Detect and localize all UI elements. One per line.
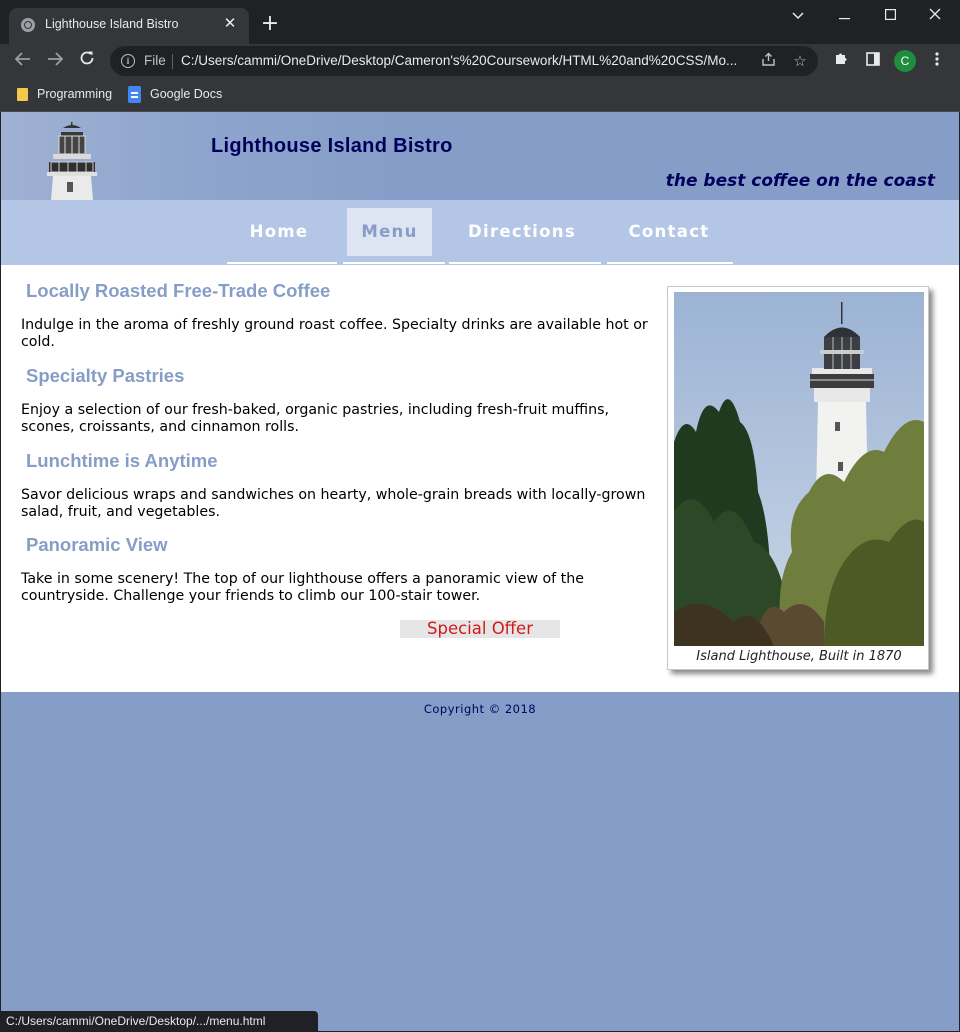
url-text[interactable]: C:/Users/cammi/OneDrive/Desktop/Cameron'… bbox=[181, 53, 751, 68]
minimize-icon[interactable] bbox=[829, 6, 859, 26]
browser-tab[interactable]: Lighthouse Island Bistro ✕ bbox=[9, 8, 249, 44]
lighthouse-photo bbox=[674, 292, 924, 646]
nav-divider bbox=[607, 262, 733, 264]
site-title: Lighthouse Island Bistro bbox=[211, 135, 453, 157]
copyright-footer: Copyright © 2018 bbox=[423, 702, 537, 716]
section-heading: Lunchtime is Anytime bbox=[26, 450, 218, 471]
bookmark-star-icon[interactable]: ☆ bbox=[791, 52, 809, 70]
site-nav: Home Menu Directions Contact bbox=[1, 200, 959, 265]
section-body: Take in some scenery! The top of our lig… bbox=[21, 571, 584, 604]
lighthouse-figure: Island Lighthouse, Built in 1870 bbox=[667, 286, 929, 670]
site-header: Lighthouse Island Bistro the best coffee… bbox=[1, 112, 959, 200]
new-tab-icon[interactable]: + bbox=[260, 13, 280, 35]
share-icon[interactable] bbox=[759, 52, 777, 70]
bookmark-programming[interactable]: Programming bbox=[17, 85, 112, 103]
figure-caption: Island Lighthouse, Built in 1870 bbox=[696, 649, 902, 664]
google-docs-icon bbox=[128, 86, 141, 104]
tab-strip: Lighthouse Island Bistro ✕ + bbox=[0, 0, 960, 44]
tab-search-icon[interactable] bbox=[783, 6, 813, 26]
profile-avatar[interactable]: C bbox=[894, 50, 916, 72]
close-tab-icon[interactable]: ✕ bbox=[221, 14, 239, 32]
globe-icon bbox=[21, 18, 35, 32]
bookmarks-bar: Programming Google Docs bbox=[0, 78, 960, 112]
folder-icon bbox=[17, 88, 28, 102]
bookmark-google-docs[interactable]: Google Docs bbox=[128, 85, 223, 104]
nav-divider bbox=[227, 262, 337, 264]
link-status-bubble: C:/Users/cammi/OneDrive/Desktop/.../menu… bbox=[0, 1011, 318, 1032]
section-heading: Specialty Pastries bbox=[26, 365, 185, 386]
bookmark-label: Google Docs bbox=[150, 87, 223, 101]
tab-title: Lighthouse Island Bistro bbox=[45, 17, 179, 31]
nav-directions-link[interactable]: Directions bbox=[457, 208, 587, 256]
maximize-icon[interactable] bbox=[875, 6, 905, 26]
back-icon[interactable] bbox=[12, 50, 34, 72]
extensions-icon[interactable] bbox=[830, 50, 852, 72]
url-scheme-label: File bbox=[144, 53, 166, 68]
nav-divider bbox=[449, 262, 601, 264]
address-separator bbox=[172, 54, 173, 69]
bookmark-label: Programming bbox=[37, 87, 113, 101]
main-content: Locally Roasted Free-Trade Coffee Indulg… bbox=[1, 265, 959, 692]
side-panel-icon[interactable] bbox=[862, 50, 884, 72]
nav-menu-link[interactable]: Menu bbox=[347, 208, 432, 256]
close-window-icon[interactable] bbox=[920, 6, 950, 26]
nav-contact-link[interactable]: Contact bbox=[613, 208, 725, 256]
section-body: Indulge in the aroma of freshly ground r… bbox=[21, 317, 648, 350]
lighthouse-logo bbox=[47, 122, 97, 200]
address-bar[interactable]: i File C:/Users/cammi/OneDrive/Desktop/C… bbox=[110, 46, 818, 76]
menu-kebab-icon[interactable] bbox=[926, 50, 948, 72]
browser-toolbar: i File C:/Users/cammi/OneDrive/Desktop/C… bbox=[0, 44, 960, 78]
info-icon[interactable]: i bbox=[121, 54, 135, 68]
section-heading: Panoramic View bbox=[26, 534, 168, 555]
forward-icon[interactable] bbox=[44, 50, 66, 72]
site-tagline: the best coffee on the coast bbox=[665, 171, 935, 191]
nav-home-link[interactable]: Home bbox=[237, 208, 321, 256]
nav-divider bbox=[343, 262, 445, 264]
section-body: Enjoy a selection of our fresh-baked, or… bbox=[21, 402, 609, 435]
page-viewport: Lighthouse Island Bistro the best coffee… bbox=[1, 112, 959, 1031]
reload-icon[interactable] bbox=[76, 50, 98, 72]
section-heading: Locally Roasted Free-Trade Coffee bbox=[26, 280, 331, 301]
section-body: Savor delicious wraps and sandwiches on … bbox=[21, 487, 646, 520]
special-offer-link[interactable]: Special Offer bbox=[400, 620, 560, 638]
